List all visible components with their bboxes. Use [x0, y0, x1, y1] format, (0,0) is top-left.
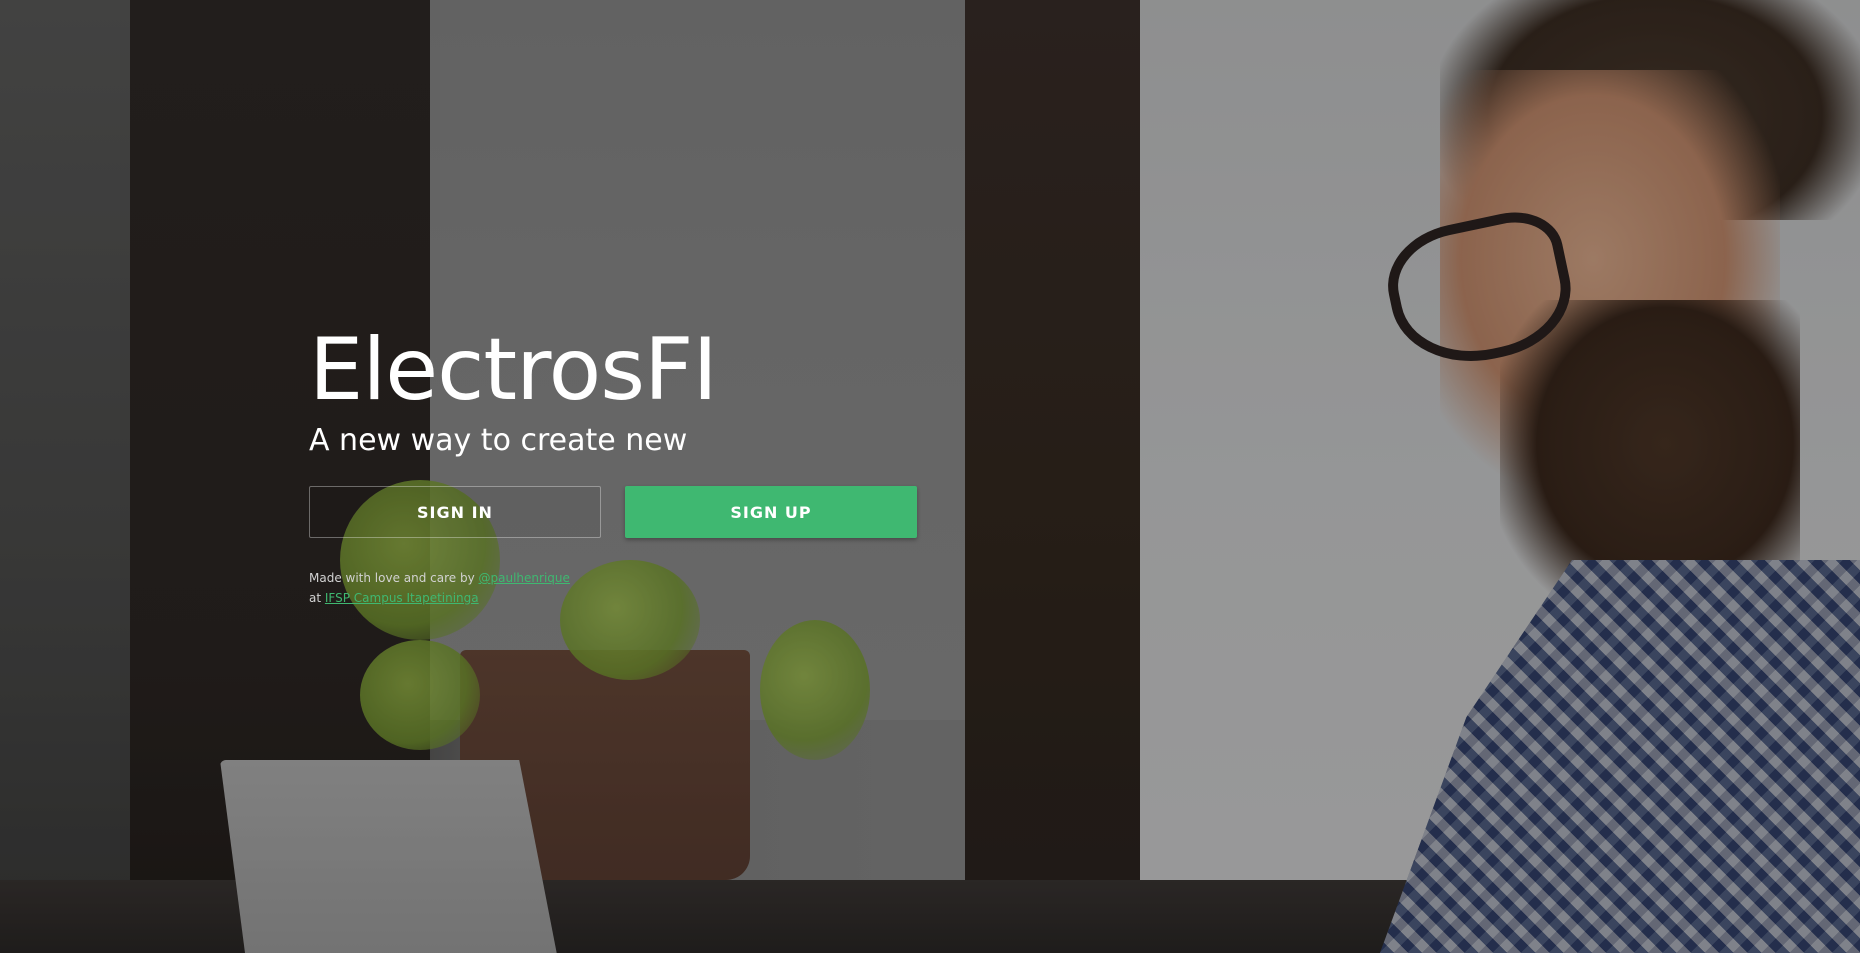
auth-actions: SIGN IN SIGN UP [309, 486, 949, 538]
author-link[interactable]: @paulhenrique [479, 571, 570, 585]
tagline: A new way to create new [309, 423, 688, 458]
credits-line-campus: at IFSP Campus Itapetininga [309, 588, 949, 608]
credits: Made with love and care by @paulhenrique… [309, 568, 949, 608]
brand-title: ElectrosFI [309, 320, 718, 420]
sign-in-button[interactable]: SIGN IN [309, 486, 601, 538]
credits-author-prefix: Made with love and care by [309, 571, 479, 585]
hero-section: ElectrosFI A new way to create new SIGN … [309, 318, 949, 608]
background-scene: ElectrosFI A new way to create new SIGN … [0, 0, 1860, 953]
campus-link[interactable]: IFSP Campus Itapetininga [325, 591, 479, 605]
sign-up-button[interactable]: SIGN UP [625, 486, 917, 538]
credits-line-author: Made with love and care by @paulhenrique [309, 568, 949, 588]
credits-campus-prefix: at [309, 591, 325, 605]
